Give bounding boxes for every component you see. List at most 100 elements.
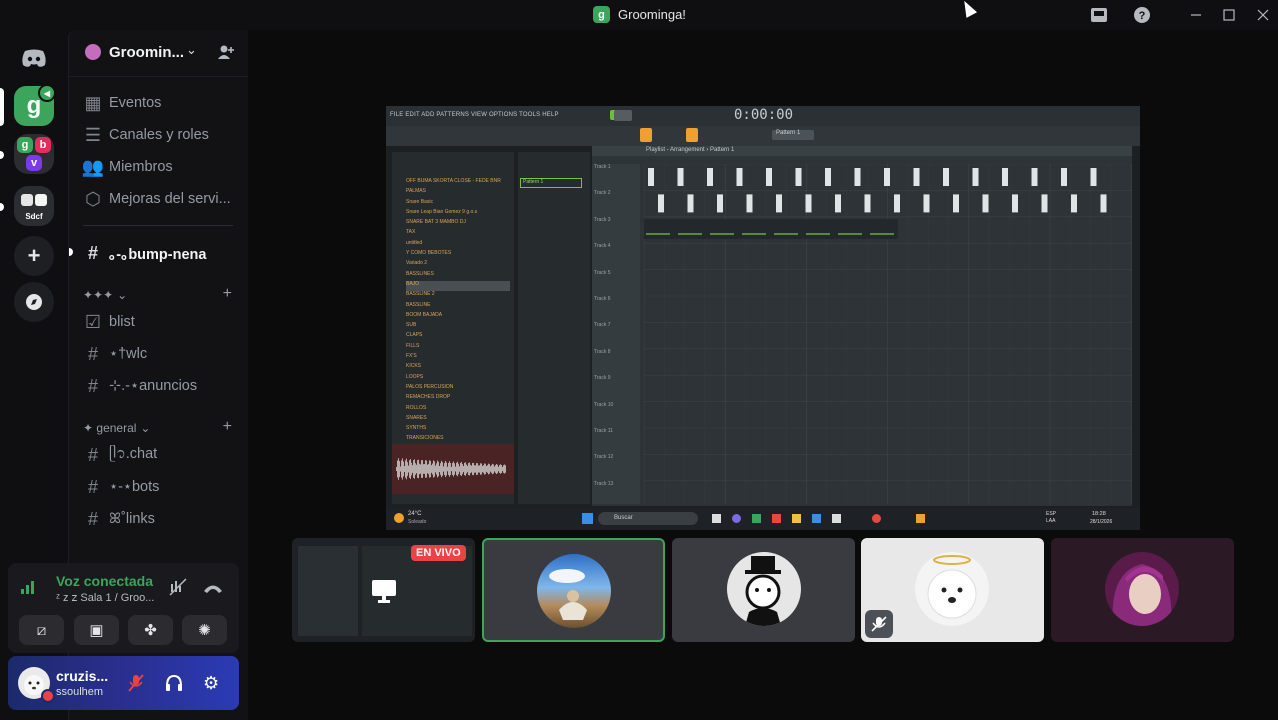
waveform-bar (477, 463, 478, 475)
channel-blist[interactable]: ☑ blist (83, 310, 135, 334)
waveform-bar (398, 458, 399, 480)
sdcf-server-icon[interactable]: Sdcf (14, 186, 54, 226)
channel-bots[interactable]: # ⋆-⋆bots (83, 475, 159, 499)
mic-muted-icon[interactable] (127, 674, 145, 697)
minimize-icon[interactable] (1185, 5, 1207, 25)
voice-status-panel: Voz conectada ᶻ z 𝗓 Sala 1 / Groo... ⧄ ▣… (8, 563, 239, 653)
channel-chat[interactable]: # ᥫ᭡.chat (83, 443, 157, 467)
playlist-title: Playlist - Arrangement › Pattern 1 (646, 147, 735, 153)
waveform-bar (453, 461, 454, 477)
participant-tile-muted[interactable] (861, 538, 1044, 642)
inbox-icon[interactable] (1088, 5, 1110, 25)
chevron-down-icon[interactable]: ⌄ (186, 42, 197, 58)
taskbar-app-icon (772, 514, 781, 523)
help-icon[interactable]: ? (1131, 5, 1153, 25)
nav-mejoras[interactable]: ⬡ Mejoras del servi... (83, 187, 231, 211)
waveform-bar (482, 465, 483, 473)
title-bar: g Groominga! ? (0, 0, 1278, 30)
nav-label: Miembros (109, 159, 173, 175)
camera-off-button[interactable]: ⧄ (19, 615, 64, 645)
disconnect-icon[interactable] (203, 581, 223, 599)
invite-icon[interactable] (217, 43, 235, 66)
taskbar-app-icon (832, 514, 841, 523)
svg-text:?: ? (1139, 10, 1146, 22)
hash-icon: # (87, 343, 98, 364)
browser-item: Y COMO BEBOTES (406, 250, 452, 257)
track-label: Track 12 (594, 454, 614, 461)
waveform-bar (404, 466, 405, 472)
screen-share-button[interactable]: ▣ (74, 615, 119, 645)
track-label: Track 7 (594, 322, 611, 329)
track-label: Track 13 (594, 480, 614, 487)
noise-suppression-icon[interactable] (169, 578, 187, 601)
server-avatar (85, 44, 101, 60)
add-server-icon[interactable]: + (14, 236, 54, 276)
close-icon[interactable] (1252, 5, 1274, 25)
window-title-text: Groominga! (618, 7, 686, 22)
avatar (1105, 552, 1179, 626)
pattern-clip (1002, 168, 1008, 186)
channel-label: ｡-｡bump-nena (109, 246, 207, 263)
waveform-bar (443, 466, 444, 472)
pattern-clip (982, 194, 989, 213)
category-header[interactable]: ✦✦✦ ⌄ (83, 288, 127, 302)
server-folder-icon[interactable]: g b v (14, 134, 54, 174)
waveform-bar (493, 464, 494, 474)
waveform-bar (442, 462, 443, 476)
waveform-bar (447, 466, 448, 472)
browser-item: BOOM BAJADA (406, 311, 443, 318)
channel-anuncios[interactable]: # ⊹.-⋆anuncios (83, 374, 197, 398)
explore-servers-icon[interactable] (14, 282, 54, 322)
waveform-bar (415, 463, 416, 475)
browser-item: BASSLINES (406, 270, 434, 277)
user-name: cruzis... (56, 668, 109, 684)
server-header[interactable]: Groomin... ⌄ (69, 30, 248, 77)
live-badge: EN VIVO (411, 545, 466, 561)
participant-tile[interactable] (672, 538, 855, 642)
waveform-bar (470, 464, 471, 474)
browser-item: TAX (406, 229, 416, 236)
add-channel-icon[interactable]: + (223, 418, 232, 436)
pattern-clip-label: Pattern 1 (520, 178, 582, 188)
channel-wlc[interactable]: # ⋆†wlc (83, 342, 147, 366)
add-channel-icon[interactable]: + (223, 285, 232, 303)
sdcf-label: Sdcf (25, 211, 43, 221)
pattern-clip (687, 194, 694, 213)
waveform-bar (402, 458, 403, 480)
channel-links[interactable]: # ꕤ˚links (83, 507, 155, 531)
headphones-icon[interactable] (165, 674, 183, 697)
browser-item: FILLS (406, 342, 420, 349)
waveform-bar (502, 466, 503, 472)
category-header[interactable]: ✦ general ⌄ (83, 421, 150, 435)
nav-eventos[interactable]: ▦ Eventos (83, 91, 161, 115)
waveform-bar (451, 466, 452, 472)
nav-miembros[interactable]: 👥 Miembros (82, 155, 173, 179)
stream-preview-tile[interactable]: EN VIVO (292, 538, 475, 642)
waveform-bar (403, 461, 404, 477)
discord-home-icon[interactable] (14, 38, 54, 78)
category-label: ✦ general (83, 421, 137, 435)
waveform-bar (417, 460, 418, 478)
waveform-preview (392, 444, 514, 494)
screen-share-stream[interactable]: FILE EDIT ADD PATTERNS VIEW OPTIONS TOOL… (386, 106, 1140, 530)
voice-channel-text[interactable]: ᶻ z 𝗓 Sala 1 / Groo... (56, 591, 154, 604)
maximize-icon[interactable] (1218, 5, 1240, 25)
waveform-bar (503, 465, 504, 473)
taskbar-app-icon (732, 514, 741, 523)
track-label: Track 9 (594, 375, 611, 382)
pattern-clip (1012, 194, 1018, 213)
participant-tile[interactable] (1051, 538, 1234, 642)
soundboard-button[interactable]: ✺ (182, 615, 227, 645)
waveform-bar (474, 465, 475, 473)
nav-canales-roles[interactable]: ☰ Canales y roles (83, 123, 209, 147)
avatar (537, 554, 611, 628)
activities-button[interactable]: ✤ (128, 615, 173, 645)
waveform-bar (410, 459, 411, 479)
waveform-bar (422, 460, 423, 478)
channel-bump-nena[interactable]: # ｡-｡bump-nena (83, 241, 206, 265)
daw-time: 0:00:00 (734, 107, 794, 123)
settings-gear-icon[interactable]: ⚙ (203, 674, 219, 692)
participant-tile-speaking[interactable] (482, 538, 665, 642)
waveform-bar (496, 464, 497, 474)
groominga-server-icon[interactable]: g ◀ (14, 84, 56, 126)
